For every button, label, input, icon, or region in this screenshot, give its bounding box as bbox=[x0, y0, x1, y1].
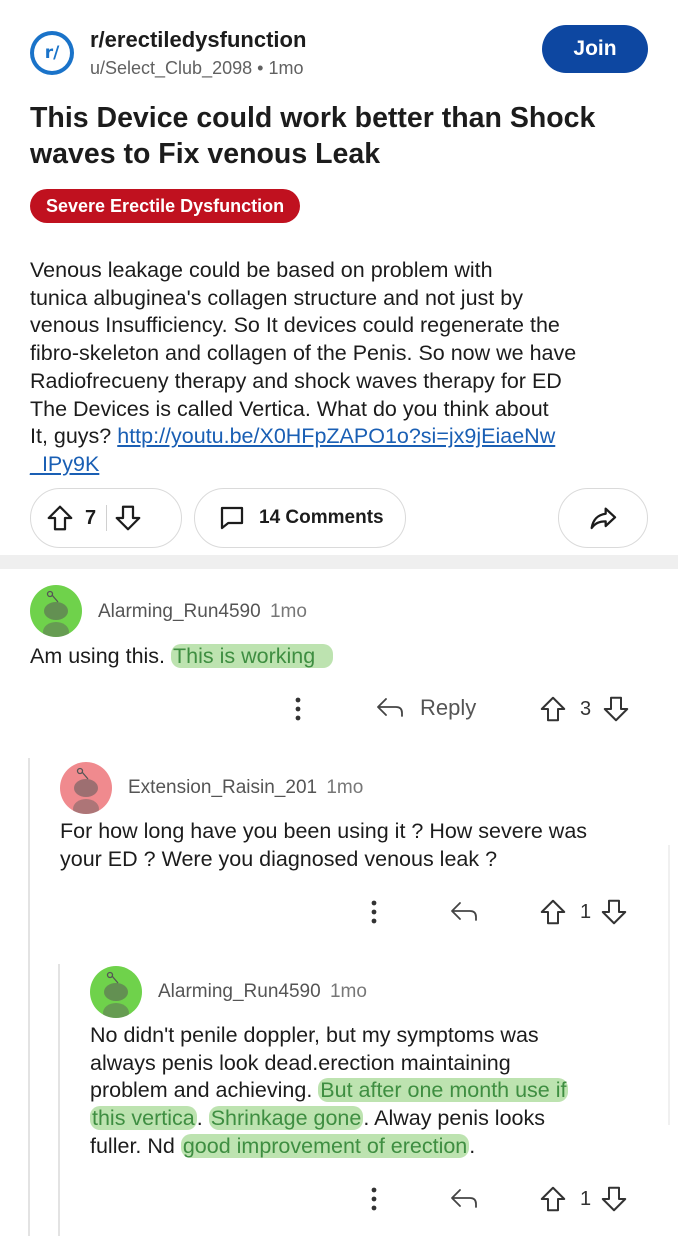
comment-age: 1mo bbox=[326, 777, 364, 798]
vote-divider bbox=[106, 505, 108, 531]
comment-avatar[interactable] bbox=[60, 762, 112, 814]
post-meta: u/Select_Club_2098 • 1mo bbox=[90, 58, 303, 79]
downvote-icon[interactable] bbox=[599, 897, 629, 927]
join-button[interactable]: Join bbox=[542, 25, 648, 73]
comment-line: problem and achieving. But after one mon… bbox=[90, 1077, 569, 1105]
comment-line: always penis look dead.erection maintain… bbox=[90, 1050, 511, 1075]
comment-author-line: Alarming_Run4590 1mo bbox=[98, 601, 307, 623]
post-title-line: waves to Fix venous Leak bbox=[30, 138, 381, 170]
reply-icon[interactable] bbox=[448, 1185, 480, 1213]
comment-text: problem and achieving. bbox=[90, 1078, 319, 1103]
thread-line[interactable] bbox=[28, 758, 30, 1236]
comment-icon bbox=[217, 503, 247, 533]
post-body-line: The Devices is called Vertica. What do y… bbox=[30, 396, 549, 421]
snoo-avatar-icon bbox=[43, 590, 69, 637]
post-body-line: Radiofrecueny therapy and shock waves th… bbox=[30, 368, 562, 393]
comment-highlight: Shrinkage gone bbox=[208, 1106, 364, 1131]
share-button[interactable] bbox=[558, 488, 648, 548]
post-body-text: It, guys? bbox=[30, 424, 118, 449]
comment-age: 1mo bbox=[269, 601, 307, 622]
comment-body: Am using this. This is working bbox=[30, 643, 334, 671]
post-flair[interactable]: Severe Erectile Dysfunction bbox=[30, 189, 301, 223]
post-title[interactable]: This Device could work better than Shock… bbox=[30, 100, 650, 172]
post-vote-count: 7 bbox=[85, 506, 97, 529]
post-body-line: _IPy9K bbox=[30, 451, 655, 479]
post-title-line: This Device could work better than Shock bbox=[30, 102, 596, 134]
comment-highlight: this vertica bbox=[90, 1106, 197, 1131]
scroll-track bbox=[668, 845, 670, 1125]
post-author[interactable]: u/Select_Club_2098 bbox=[90, 58, 252, 78]
more-icon[interactable] bbox=[364, 897, 384, 927]
comment-text: . bbox=[196, 1106, 209, 1131]
comment-body: No didn't penile doppler, but my symptom… bbox=[90, 1022, 569, 1161]
upvote-icon[interactable] bbox=[538, 897, 568, 927]
youtube-link[interactable]: http://youtu.be/X0HFpZAPO1o?si=jx9jEiaeN… bbox=[117, 424, 555, 448]
comment-author-line: Extension_Raisin_201 1mo bbox=[128, 777, 363, 799]
comment-line: this vertica. Shrinkage gone. Alway peni… bbox=[90, 1105, 568, 1133]
comments-button[interactable]: 14 Comments bbox=[194, 488, 406, 548]
comment-avatar[interactable] bbox=[30, 585, 82, 637]
comment-line: For how long have you been using it ? Ho… bbox=[60, 819, 588, 843]
comment-vote-bar: 3 bbox=[538, 694, 631, 724]
comment-age: 1mo bbox=[329, 981, 367, 1002]
comment-author[interactable]: Alarming_Run4590 bbox=[158, 981, 321, 1002]
youtube-link-end[interactable]: _IPy9K bbox=[30, 452, 99, 476]
comment-text: fuller. Nd bbox=[90, 1133, 181, 1158]
comment-text: . bbox=[469, 1133, 476, 1158]
comment-author[interactable]: Alarming_Run4590 bbox=[98, 601, 261, 622]
upvote-icon[interactable] bbox=[538, 1184, 568, 1214]
post-age: 1mo bbox=[268, 58, 304, 78]
upvote-icon[interactable] bbox=[45, 503, 75, 533]
downvote-icon[interactable] bbox=[113, 503, 143, 533]
downvote-icon[interactable] bbox=[601, 694, 631, 724]
meta-separator: • bbox=[257, 58, 264, 78]
comment-body: For how long have you been using it ? Ho… bbox=[60, 818, 587, 873]
snoo-avatar-icon bbox=[103, 971, 129, 1018]
reply-icon[interactable] bbox=[448, 898, 480, 926]
comment-highlight: good improvement of erection bbox=[180, 1133, 470, 1158]
thread-line[interactable] bbox=[58, 964, 60, 1236]
section-separator bbox=[0, 555, 678, 569]
upvote-icon[interactable] bbox=[538, 694, 568, 724]
downvote-icon[interactable] bbox=[599, 1184, 629, 1214]
comment-vote-count: 1 bbox=[580, 900, 592, 923]
post-body-line: Venous leakage could be based on problem… bbox=[30, 258, 493, 282]
comment-line: your ED ? Were you diagnosed venous leak… bbox=[60, 846, 498, 871]
comment-text: . Alway penis looks bbox=[363, 1106, 545, 1131]
comments-count-label: 14 Comments bbox=[259, 507, 384, 528]
more-icon[interactable] bbox=[364, 1184, 384, 1214]
post-body-line: venous Insufficiency. So It devices coul… bbox=[30, 313, 560, 338]
subreddit-avatar[interactable]: r/ bbox=[30, 31, 74, 75]
reply-label: Reply bbox=[420, 695, 477, 720]
post-body-line: It, guys? http://youtu.be/X0HFpZAPO1o?si… bbox=[30, 423, 655, 451]
comment-line: fuller. Nd good improvement of erection. bbox=[90, 1133, 568, 1161]
comment-avatar[interactable] bbox=[90, 966, 142, 1018]
post-vote-bar: 7 bbox=[30, 488, 182, 548]
share-icon bbox=[587, 502, 619, 534]
reply-button[interactable]: Reply bbox=[374, 694, 476, 722]
comment-highlight: This is working bbox=[171, 644, 334, 668]
post-body: Venous leakage could be based on problem… bbox=[30, 257, 655, 479]
subreddit-avatar-text: r/ bbox=[34, 35, 70, 71]
comment-highlight: But after one month use if bbox=[318, 1078, 569, 1103]
post-body-line: fibro-skeleton and collagen of the Penis… bbox=[30, 341, 577, 366]
snoo-avatar-icon bbox=[73, 767, 99, 814]
comment-line: Am using this. This is working bbox=[30, 643, 334, 671]
comment-vote-count: 3 bbox=[580, 697, 592, 720]
more-icon[interactable] bbox=[288, 694, 308, 724]
comment-author[interactable]: Extension_Raisin_201 bbox=[128, 777, 317, 798]
comment-vote-bar: 1 bbox=[538, 897, 629, 927]
comment-vote-count: 1 bbox=[580, 1187, 592, 1210]
comment-vote-bar: 1 bbox=[538, 1184, 629, 1214]
reply-icon bbox=[374, 694, 406, 722]
comment-text: Am using this. bbox=[30, 644, 171, 668]
subreddit-name[interactable]: r/erectiledysfunction bbox=[90, 27, 306, 53]
comment-author-line: Alarming_Run4590 1mo bbox=[158, 981, 367, 1003]
post-body-line: tunica albuginea's collagen structure an… bbox=[30, 285, 523, 310]
comment-line: No didn't penile doppler, but my symptom… bbox=[90, 1023, 539, 1047]
